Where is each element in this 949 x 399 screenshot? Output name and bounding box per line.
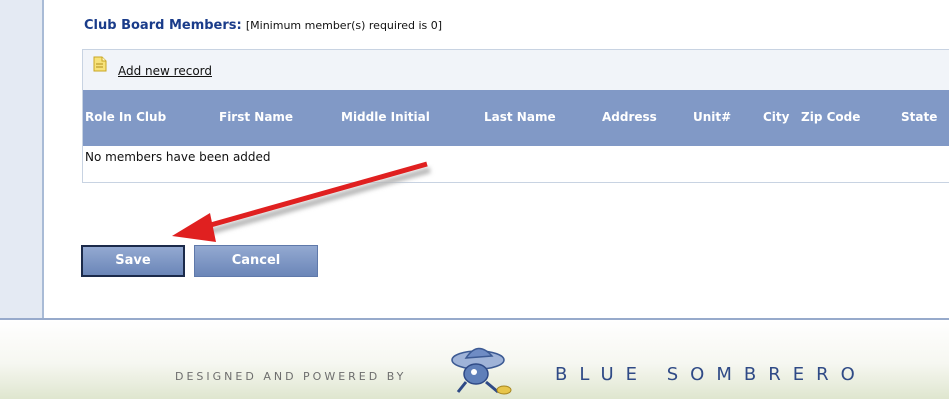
blue-sombrero-logo bbox=[451, 347, 512, 395]
grid-header-row: Role In Club First Name Middle Initial L… bbox=[83, 90, 949, 146]
column-header-first-name[interactable]: First Name bbox=[219, 110, 293, 124]
column-header-unit[interactable]: Unit# bbox=[693, 110, 731, 124]
column-header-middle-initial[interactable]: Middle Initial bbox=[341, 110, 430, 124]
add-new-record-link[interactable]: Add new record bbox=[118, 64, 212, 78]
column-header-state[interactable]: State bbox=[901, 110, 937, 124]
column-header-city[interactable]: City bbox=[763, 110, 789, 124]
brand-name: BLUE SOMBRERO bbox=[555, 364, 867, 385]
left-divider bbox=[42, 0, 44, 318]
section-title: Club Board Members: [Minimum member(s) r… bbox=[84, 18, 442, 33]
add-record-icon[interactable] bbox=[93, 56, 107, 72]
footer: DESIGNED AND POWERED BY BLUE SOMBRERO bbox=[0, 320, 949, 399]
members-grid: Add new record Role In Club First Name M… bbox=[82, 49, 949, 183]
cancel-button[interactable]: Cancel bbox=[194, 245, 318, 277]
section-title-text: Club Board Members: bbox=[84, 18, 242, 33]
left-gutter bbox=[0, 0, 43, 318]
column-header-zip-code[interactable]: Zip Code bbox=[801, 110, 860, 124]
empty-grid-message: No members have been added bbox=[85, 150, 271, 164]
minimum-members-note: [Minimum member(s) required is 0] bbox=[245, 19, 443, 32]
column-header-role[interactable]: Role In Club bbox=[85, 110, 166, 124]
grid-command-bar: Add new record bbox=[83, 50, 949, 91]
save-button[interactable]: Save bbox=[81, 245, 185, 277]
column-header-last-name[interactable]: Last Name bbox=[484, 110, 556, 124]
designed-by-text: DESIGNED AND POWERED BY bbox=[175, 370, 407, 383]
column-header-address[interactable]: Address bbox=[602, 110, 657, 124]
